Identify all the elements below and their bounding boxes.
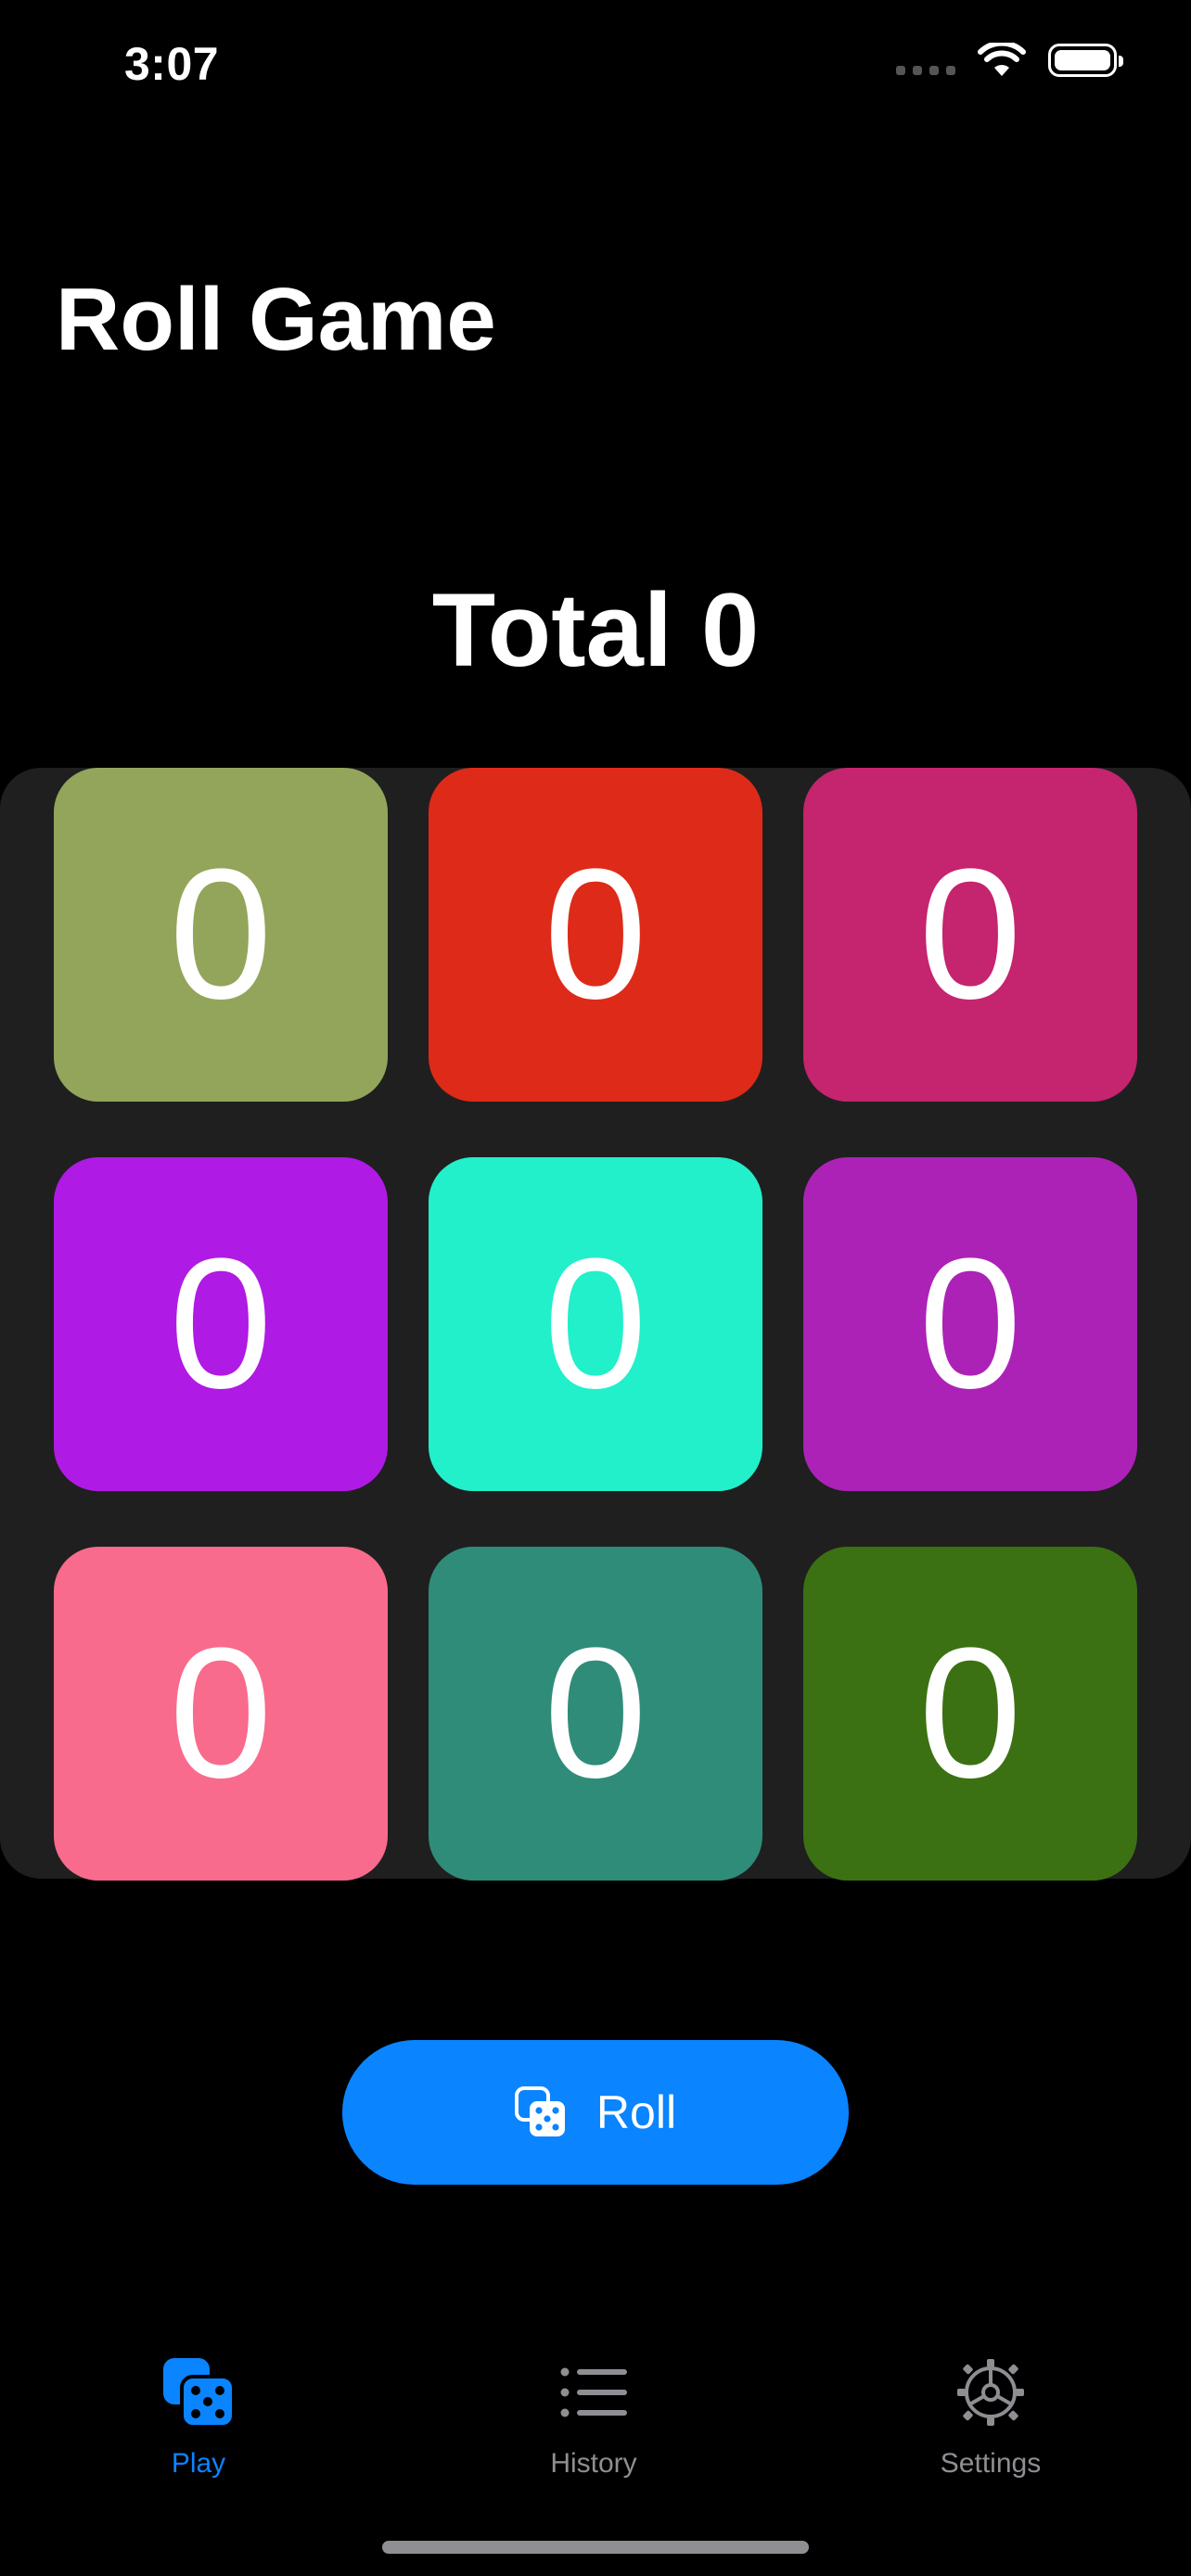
dice-icon — [514, 2086, 565, 2136]
die-cell[interactable]: 0 — [54, 1157, 388, 1491]
total-label: Total 0 — [431, 572, 760, 688]
list-icon — [560, 2367, 627, 2417]
page-title: Roll Game — [56, 270, 496, 369]
die-cell[interactable]: 0 — [429, 1157, 762, 1491]
die-cell[interactable]: 0 — [54, 1547, 388, 1881]
roll-button-label: Roll — [596, 2086, 677, 2138]
home-indicator[interactable] — [382, 2541, 809, 2554]
gear-icon — [957, 2359, 1024, 2426]
battery-icon — [1048, 44, 1123, 77]
status-time: 3:07 — [124, 38, 220, 90]
die-cell[interactable]: 0 — [803, 1157, 1137, 1491]
tab-history-label: History — [550, 2448, 637, 2479]
die-cell[interactable]: 0 — [803, 1547, 1137, 1881]
tab-settings[interactable]: Settings — [870, 2355, 1111, 2480]
tab-history[interactable]: History — [473, 2355, 714, 2480]
roll-button[interactable]: Roll — [342, 2040, 849, 2185]
tab-play-label: Play — [171, 2448, 226, 2479]
die-cell[interactable]: 0 — [429, 1547, 762, 1881]
dice-grid: 0 0 0 0 0 0 0 0 0 — [0, 768, 1191, 1881]
die-cell[interactable]: 0 — [429, 768, 762, 1102]
die-cell[interactable]: 0 — [803, 768, 1137, 1102]
tab-play[interactable]: Play — [78, 2355, 319, 2480]
cellular-signal-icon — [896, 45, 955, 75]
dice-icon — [163, 2358, 236, 2429]
wifi-icon — [978, 43, 1026, 76]
tab-settings-label: Settings — [940, 2448, 1042, 2479]
die-cell[interactable]: 0 — [54, 768, 388, 1102]
status-icons — [896, 43, 1123, 78]
